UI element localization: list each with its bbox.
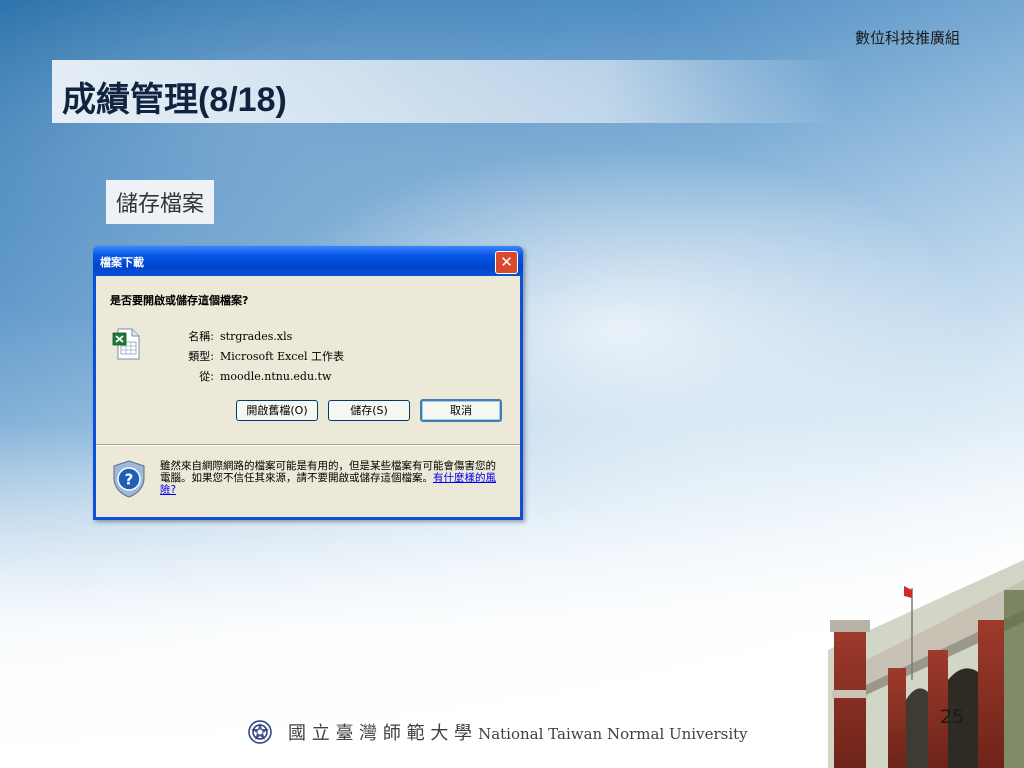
ntnu-emblem-icon: [248, 720, 272, 744]
dialog-titlebar[interactable]: 檔案下載 ✕: [93, 246, 523, 276]
file-source-row: 從: moodle.ntnu.edu.tw: [156, 368, 416, 384]
file-name-row: 名稱: strgrades.xls: [156, 328, 416, 344]
footer-university-name: 國 立 臺 灣 師 範 大 學 National Taiwan Normal Un…: [288, 719, 748, 745]
slide-number: 25: [940, 706, 965, 728]
file-type-value: Microsoft Excel 工作表: [220, 350, 344, 363]
slide-title: 成績管理(8/18): [62, 81, 287, 119]
close-icon: ✕: [500, 253, 513, 271]
slide-subtitle: 儲存檔案: [106, 180, 215, 224]
svg-text:?: ?: [125, 471, 134, 489]
university-gate-photo: [828, 560, 1024, 768]
footer-name-cn: 國 立 臺 灣 師 範 大 學: [288, 723, 473, 744]
department-label: 數位科技推廣組: [854, 29, 960, 47]
dialog-question: 是否要開啟或儲存這個檔案?: [110, 294, 249, 307]
file-name-label: 名稱:: [188, 330, 214, 343]
save-button[interactable]: 儲存(S): [328, 400, 410, 421]
open-button[interactable]: 開啟舊檔(O): [236, 400, 318, 421]
footer-name-en: National Taiwan Normal University: [478, 725, 748, 743]
dialog-separator: [96, 444, 520, 446]
file-name-value: strgrades.xls: [220, 330, 293, 343]
file-source-value: moodle.ntnu.edu.tw: [220, 370, 332, 383]
dialog-body: 是否要開啟或儲存這個檔案? 名稱: strgrades.xls 類型: Micros…: [96, 276, 520, 517]
file-type-label: 類型:: [188, 350, 214, 363]
file-download-dialog: 檔案下載 ✕ 是否要開啟或儲存這個檔案? 名稱: strgrades.xls 類型…: [93, 246, 523, 520]
dialog-title: 檔案下載: [100, 256, 144, 269]
security-warning: 雖然來自網際網路的檔案可能是有用的，但是某些檔案有可能會傷害您的電腦。如果您不信…: [160, 460, 504, 496]
close-button[interactable]: ✕: [495, 251, 518, 274]
excel-file-icon: [112, 328, 140, 360]
file-source-label: 從:: [199, 370, 214, 383]
shield-question-icon: ?: [113, 460, 145, 498]
file-type-row: 類型: Microsoft Excel 工作表: [156, 348, 416, 364]
cancel-button[interactable]: 取消: [420, 399, 502, 422]
